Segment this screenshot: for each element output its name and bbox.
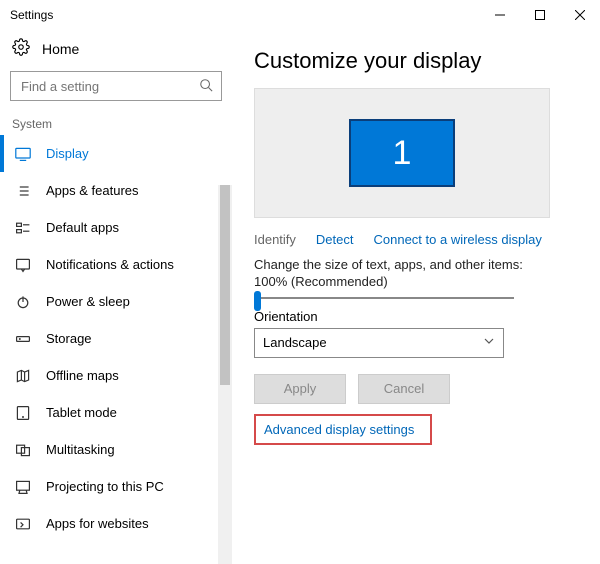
link-icon bbox=[14, 516, 32, 532]
notifications-icon bbox=[14, 257, 32, 273]
sidebar-item-notifications[interactable]: Notifications & actions bbox=[0, 246, 232, 283]
sidebar-item-multitasking[interactable]: Multitasking bbox=[0, 431, 232, 468]
monitor-tile[interactable]: 1 bbox=[349, 119, 455, 187]
apply-button[interactable]: Apply bbox=[254, 374, 346, 404]
search-field[interactable] bbox=[19, 78, 199, 95]
display-icon bbox=[14, 146, 32, 162]
tablet-icon bbox=[14, 405, 32, 421]
sidebar-item-apps-websites[interactable]: Apps for websites bbox=[0, 505, 232, 542]
map-icon bbox=[14, 368, 32, 384]
connect-wireless-link[interactable]: Connect to a wireless display bbox=[374, 232, 542, 247]
sidebar-item-label: Projecting to this PC bbox=[46, 479, 164, 494]
multitasking-icon bbox=[14, 442, 32, 458]
slider-thumb[interactable] bbox=[254, 291, 261, 311]
nav-list: Display Apps & features Default apps Not… bbox=[0, 135, 232, 542]
sidebar-item-default-apps[interactable]: Default apps bbox=[0, 209, 232, 246]
sidebar-item-power-sleep[interactable]: Power & sleep bbox=[0, 283, 232, 320]
sidebar-item-offline-maps[interactable]: Offline maps bbox=[0, 357, 232, 394]
minimize-button[interactable] bbox=[480, 0, 520, 30]
sidebar-item-label: Default apps bbox=[46, 220, 119, 235]
sidebar-item-label: Offline maps bbox=[46, 368, 119, 383]
maximize-button[interactable] bbox=[520, 0, 560, 30]
sidebar-item-apps-features[interactable]: Apps & features bbox=[0, 172, 232, 209]
sidebar-item-storage[interactable]: Storage bbox=[0, 320, 232, 357]
advanced-display-settings-link[interactable]: Advanced display settings bbox=[264, 422, 414, 437]
sidebar-item-label: Tablet mode bbox=[46, 405, 117, 420]
display-actions-row: Identify Detect Connect to a wireless di… bbox=[254, 232, 582, 247]
content-pane: Customize your display 1 Identify Detect… bbox=[232, 30, 600, 564]
sidebar-item-tablet-mode[interactable]: Tablet mode bbox=[0, 394, 232, 431]
identify-link[interactable]: Identify bbox=[254, 232, 296, 247]
search-icon bbox=[199, 78, 213, 95]
sidebar: Home System Display Apps & features Defa… bbox=[0, 30, 232, 564]
scale-label: Change the size of text, apps, and other… bbox=[254, 257, 554, 291]
projecting-icon bbox=[14, 479, 32, 495]
monitor-number: 1 bbox=[393, 134, 412, 173]
power-icon bbox=[14, 294, 32, 310]
detect-link[interactable]: Detect bbox=[316, 232, 354, 247]
sidebar-item-display[interactable]: Display bbox=[0, 135, 232, 172]
title-bar: Settings bbox=[0, 0, 600, 30]
sidebar-item-projecting[interactable]: Projecting to this PC bbox=[0, 468, 232, 505]
defaults-icon bbox=[14, 220, 32, 236]
sidebar-item-label: Storage bbox=[46, 331, 92, 346]
sidebar-item-label: Notifications & actions bbox=[46, 257, 174, 272]
scrollbar-thumb[interactable] bbox=[220, 185, 230, 385]
orientation-label: Orientation bbox=[254, 309, 582, 324]
close-button[interactable] bbox=[560, 0, 600, 30]
scale-slider[interactable] bbox=[254, 297, 514, 299]
cancel-button[interactable]: Cancel bbox=[358, 374, 450, 404]
search-input[interactable] bbox=[10, 71, 222, 101]
home-link[interactable]: Home bbox=[0, 30, 232, 71]
gear-icon bbox=[12, 38, 30, 59]
sidebar-scrollbar[interactable] bbox=[218, 185, 232, 564]
orientation-value: Landscape bbox=[263, 335, 327, 350]
sidebar-item-label: Apps & features bbox=[46, 183, 139, 198]
sidebar-item-label: Display bbox=[46, 146, 89, 161]
home-label: Home bbox=[42, 41, 79, 57]
list-icon bbox=[14, 183, 32, 199]
sidebar-item-label: Multitasking bbox=[46, 442, 115, 457]
group-label: System bbox=[0, 111, 232, 135]
storage-icon bbox=[14, 331, 32, 347]
chevron-down-icon bbox=[483, 335, 495, 350]
display-preview[interactable]: 1 bbox=[254, 88, 550, 218]
advanced-settings-highlight: Advanced display settings bbox=[254, 414, 432, 445]
page-heading: Customize your display bbox=[254, 48, 582, 74]
apply-cancel-row: Apply Cancel bbox=[254, 374, 582, 404]
sidebar-item-label: Apps for websites bbox=[46, 516, 149, 531]
window-title: Settings bbox=[10, 8, 480, 22]
orientation-select[interactable]: Landscape bbox=[254, 328, 504, 358]
sidebar-item-label: Power & sleep bbox=[46, 294, 130, 309]
